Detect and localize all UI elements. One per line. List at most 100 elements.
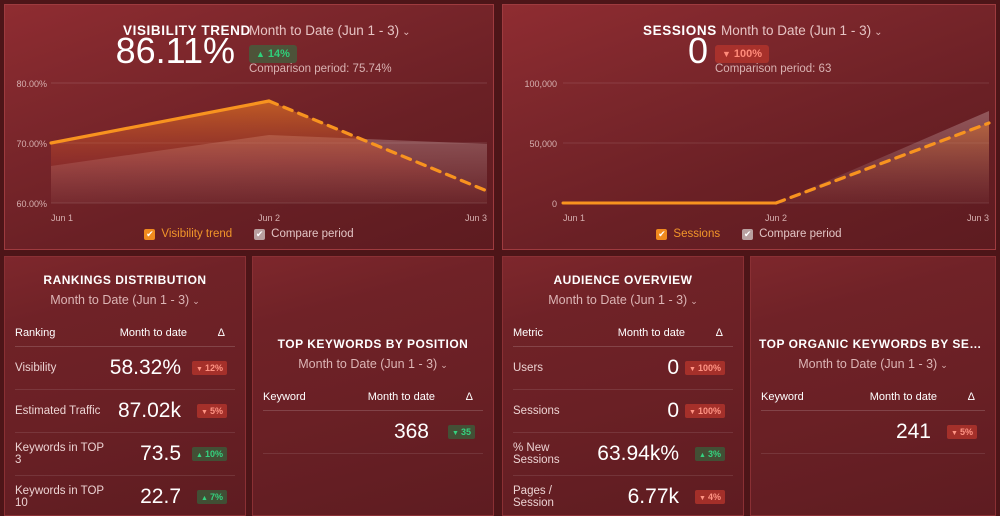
legend-label: Visibility trend bbox=[161, 228, 233, 240]
column-header-month-to-date[interactable]: Month to date bbox=[829, 385, 937, 411]
table-row[interactable]: % New Sessions 63.94k% ▲ 3% bbox=[513, 432, 733, 476]
row-value: 63.94k% bbox=[579, 432, 685, 476]
visibility-date-range-selector[interactable]: Month to Date (Jun 1 - 3) ⌄ bbox=[249, 23, 410, 38]
status-badge: ▲ 10% bbox=[192, 447, 227, 461]
sessions-date-range-label: Month to Date (Jun 1 - 3) bbox=[721, 23, 872, 38]
status-badge: ▼ 12% bbox=[192, 361, 227, 375]
column-header-metric[interactable]: Metric bbox=[513, 321, 580, 347]
sessions-legend: ✔ Sessions ✔ Compare period bbox=[503, 228, 995, 240]
column-header-delta[interactable]: Δ bbox=[937, 385, 985, 411]
status-badge: ▼ 35 bbox=[448, 425, 475, 439]
checkbox-checked-icon[interactable]: ✔ bbox=[254, 228, 266, 240]
row-label bbox=[761, 410, 830, 454]
legend-label: Compare period bbox=[271, 228, 354, 240]
top-keywords-date-range-selector[interactable]: Month to Date (Jun 1 - 3) ⌄ bbox=[253, 357, 493, 371]
status-badge: ▲ 3% bbox=[695, 447, 725, 461]
y-tick-label: 50,000 bbox=[529, 139, 557, 149]
table-row[interactable]: Sessions 0 ▼ 100% bbox=[513, 389, 733, 433]
table-row[interactable]: Pages / Session 6.77k ▼ 4% bbox=[513, 475, 733, 515]
row-value: 368 bbox=[329, 410, 435, 454]
sessions-date-range-selector[interactable]: Month to Date (Jun 1 - 3) ⌄ bbox=[721, 23, 882, 38]
legend-item-sessions[interactable]: ✔ Sessions bbox=[656, 228, 720, 240]
column-header-delta[interactable]: Δ bbox=[435, 385, 483, 411]
sessions-chart-svg: 100,000 50,000 0 Jun 1 Jun 2 Jun 3 bbox=[524, 79, 991, 223]
sessions-panel-header: SESSIONS Month to Date (Jun 1 - 3) ⌄ 0 ▼ 1… bbox=[503, 5, 995, 75]
trend-up-icon: ▲ bbox=[196, 452, 203, 459]
trend-down-icon: ▼ bbox=[452, 430, 459, 437]
audience-title: AUDIENCE OVERVIEW bbox=[553, 273, 693, 287]
table-row[interactable]: 241 ▼ 5% bbox=[761, 410, 985, 454]
table-header-row: Keyword Month to date Δ bbox=[761, 385, 985, 411]
x-tick-label: Jun 2 bbox=[765, 213, 787, 223]
sessions-chart[interactable]: 100,000 50,000 0 Jun 1 Jun 2 Jun 3 bbox=[503, 67, 995, 225]
chevron-down-icon: ⌄ bbox=[690, 296, 698, 306]
table-row[interactable]: Keywords in TOP 10 22.7 ▲ 7% bbox=[15, 475, 235, 515]
top-keywords-table: Keyword Month to date Δ 368 ▼ 35 bbox=[263, 385, 483, 454]
checkbox-checked-icon[interactable]: ✔ bbox=[144, 228, 156, 240]
table-row[interactable]: Visibility 58.32% ▼ 12% bbox=[15, 346, 235, 390]
legend-item-compare-period[interactable]: ✔ Compare period bbox=[254, 228, 354, 240]
table-row[interactable]: Keywords in TOP 3 73.5 ▲ 10% bbox=[15, 432, 235, 476]
chevron-down-icon: ⌄ bbox=[440, 360, 448, 370]
trend-down-icon: ▼ bbox=[201, 409, 208, 416]
delta-value: 12% bbox=[204, 363, 223, 373]
trend-down-icon: ▼ bbox=[951, 430, 958, 437]
x-tick-label: Jun 1 bbox=[51, 213, 73, 223]
checkbox-checked-icon[interactable]: ✔ bbox=[656, 228, 668, 240]
delta-value: 5% bbox=[209, 406, 223, 416]
table-row[interactable]: 368 ▼ 35 bbox=[263, 410, 483, 454]
table-row[interactable]: Users 0 ▼ 100% bbox=[513, 346, 733, 390]
visibility-chart[interactable]: 80.00% 70.00% 60.00% Jun 1 Jun 2 Jun 3 bbox=[5, 67, 493, 225]
legend-item-visibility-trend[interactable]: ✔ Visibility trend bbox=[144, 228, 232, 240]
rankings-title: RANKINGS DISTRIBUTION bbox=[43, 273, 207, 287]
delta-value: 100% bbox=[697, 406, 721, 416]
trend-down-icon: ▼ bbox=[196, 366, 203, 373]
trend-down-icon: ▼ bbox=[689, 409, 696, 416]
chevron-down-icon: ⌄ bbox=[940, 360, 948, 370]
visibility-change-badge: ▲ 14% bbox=[249, 45, 297, 63]
audience-date-range-selector[interactable]: Month to Date (Jun 1 - 3) ⌄ bbox=[503, 293, 743, 307]
column-header-keyword[interactable]: Keyword bbox=[761, 385, 829, 411]
table-row[interactable]: Estimated Traffic 87.02k ▼ 5% bbox=[15, 389, 235, 433]
status-badge: ▼ 5% bbox=[197, 404, 227, 418]
row-label: % New Sessions bbox=[513, 432, 580, 476]
rankings-distribution-card: RANKINGS DISTRIBUTION Month to Date (Jun… bbox=[4, 256, 246, 516]
y-tick-label: 80.00% bbox=[16, 79, 47, 89]
legend-item-compare-period[interactable]: ✔ Compare period bbox=[742, 228, 842, 240]
delta-value: 10% bbox=[204, 449, 223, 459]
audience-overview-card: AUDIENCE OVERVIEW Month to Date (Jun 1 -… bbox=[502, 256, 744, 516]
visibility-chart-svg: 80.00% 70.00% 60.00% Jun 1 Jun 2 Jun 3 bbox=[16, 79, 489, 223]
sessions-value: 0 bbox=[687, 30, 708, 71]
row-delta: ▼ 5% bbox=[937, 410, 985, 454]
row-value: 22.7 bbox=[109, 475, 187, 515]
column-header-delta[interactable]: Δ bbox=[685, 321, 733, 347]
row-value: 73.5 bbox=[109, 432, 187, 476]
chevron-down-icon: ⌄ bbox=[402, 27, 411, 38]
row-value: 6.77k bbox=[579, 475, 685, 515]
top-organic-keywords-date-range-selector[interactable]: Month to Date (Jun 1 - 3) ⌄ bbox=[751, 357, 995, 371]
checkbox-checked-icon[interactable]: ✔ bbox=[742, 228, 754, 240]
y-tick-label: 70.00% bbox=[16, 139, 47, 149]
rankings-date-range-selector[interactable]: Month to Date (Jun 1 - 3) ⌄ bbox=[5, 293, 245, 307]
column-header-month-to-date[interactable]: Month to date bbox=[330, 385, 435, 411]
row-label: Sessions bbox=[513, 389, 580, 433]
status-badge: ▼ 100% bbox=[685, 361, 725, 375]
sessions-change-badge: ▼ 100% bbox=[715, 45, 770, 63]
row-value: 0 bbox=[579, 389, 685, 433]
column-header-delta[interactable]: Δ bbox=[187, 321, 235, 347]
delta-value: 5% bbox=[959, 427, 973, 437]
visibility-change-value: 14% bbox=[267, 48, 290, 60]
column-header-keyword[interactable]: Keyword bbox=[263, 385, 330, 411]
column-header-month-to-date[interactable]: Month to date bbox=[580, 321, 685, 347]
row-delta: ▲ 7% bbox=[187, 475, 235, 515]
row-value: 87.02k bbox=[109, 389, 187, 433]
top-keywords-date-range-label: Month to Date (Jun 1 - 3) bbox=[298, 357, 438, 371]
column-header-month-to-date[interactable]: Month to date bbox=[110, 321, 187, 347]
column-header-ranking[interactable]: Ranking bbox=[15, 321, 110, 347]
delta-value: 35 bbox=[460, 427, 471, 437]
dashboard-root: VISIBILITY TREND Month to Date (Jun 1 - … bbox=[0, 0, 1000, 516]
chevron-down-icon: ⌄ bbox=[874, 27, 883, 38]
y-tick-label: 0 bbox=[552, 199, 557, 209]
cards-row: RANKINGS DISTRIBUTION Month to Date (Jun… bbox=[0, 256, 1000, 516]
top-organic-keywords-date-range-label: Month to Date (Jun 1 - 3) bbox=[798, 357, 938, 371]
